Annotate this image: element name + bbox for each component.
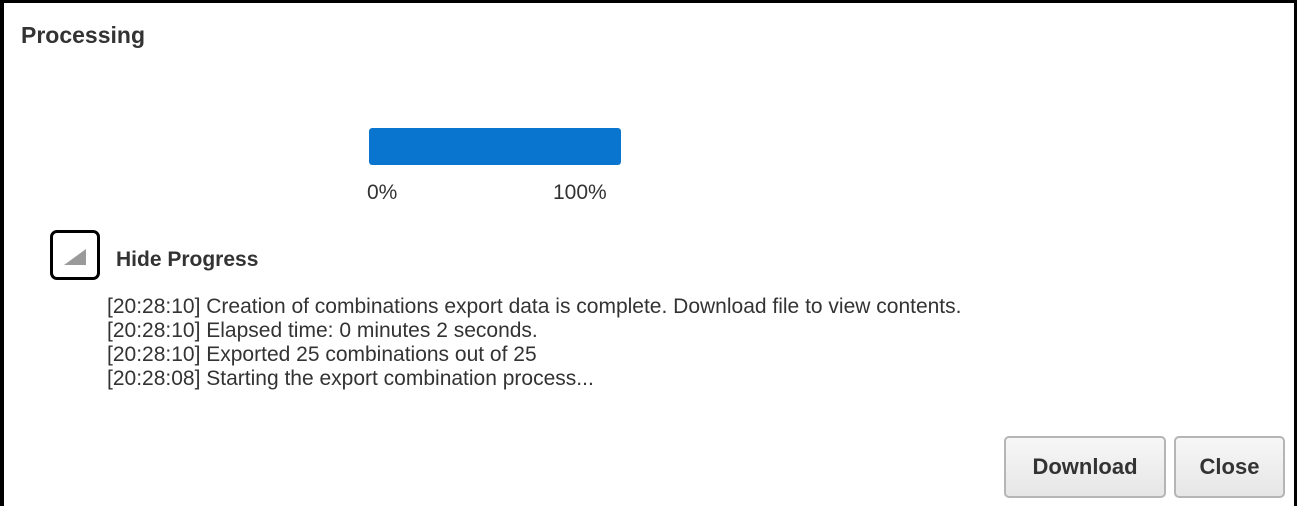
- progress-bar-fill: [369, 128, 621, 165]
- progress-bar: [369, 128, 621, 165]
- log-entry: [20:28:08] Starting the export combinati…: [107, 367, 594, 390]
- progress-min-label: 0%: [367, 181, 398, 204]
- dialog-title: Processing: [21, 22, 145, 48]
- log-entry: [20:28:10] Elapsed time: 0 minutes 2 sec…: [107, 319, 538, 342]
- progress-max-label: 100%: [553, 181, 607, 204]
- hide-progress-label[interactable]: Hide Progress: [116, 248, 258, 272]
- processing-dialog: Processing 0% 100% Hide Progress [20:28:…: [0, 0, 1297, 506]
- progress-log: [20:28:10] Creation of combinations expo…: [107, 295, 961, 391]
- hide-progress-toggle-button[interactable]: [50, 230, 100, 280]
- log-entry: [20:28:10] Creation of combinations expo…: [107, 295, 962, 318]
- download-button[interactable]: Download: [1004, 436, 1166, 498]
- log-entry: [20:28:10] Exported 25 combinations out …: [107, 343, 537, 366]
- close-button[interactable]: Close: [1174, 436, 1285, 498]
- triangle-collapse-icon: [64, 249, 86, 265]
